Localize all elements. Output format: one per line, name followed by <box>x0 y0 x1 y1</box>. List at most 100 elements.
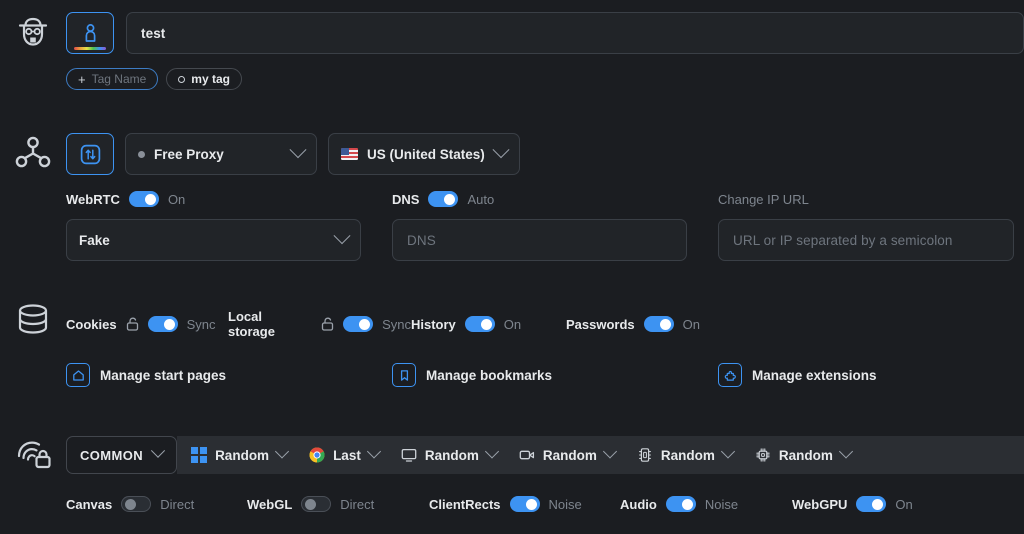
manage-extensions-link[interactable]: Manage extensions <box>718 363 877 387</box>
fingerprint-media-select[interactable]: Random <box>519 447 615 463</box>
chevron-down-icon <box>493 141 510 158</box>
chevron-down-icon <box>485 444 499 458</box>
proxy-transfer-icon-tile[interactable] <box>66 133 114 175</box>
fingerprint-bar-row: COMMON Random <box>66 436 1024 474</box>
add-tag-button[interactable]: + Tag Name <box>66 68 158 90</box>
storage-section-icon-gutter <box>0 300 66 338</box>
canvas-field: Canvas Direct <box>66 496 247 512</box>
passwords-toggle[interactable] <box>644 316 674 332</box>
clientrects-toggle[interactable] <box>510 496 540 512</box>
canvas-state: Direct <box>160 497 194 512</box>
dns-label: DNS <box>392 192 419 207</box>
cookies-label: Cookies <box>66 317 117 332</box>
manage-start-pages-label: Manage start pages <box>100 368 226 383</box>
profile-section: test + Tag Name my tag <box>66 12 1024 90</box>
bookmark-icon <box>392 363 416 387</box>
dns-state: Auto <box>467 192 494 207</box>
unlock-icon[interactable] <box>321 317 334 331</box>
webrtc-mode-select[interactable]: Fake <box>66 219 361 261</box>
database-icon <box>14 300 52 338</box>
profile-name-input[interactable]: test <box>126 12 1024 54</box>
heisenberg-avatar-icon <box>13 12 53 52</box>
browser-profile-icon <box>82 23 99 43</box>
chrome-logo-icon <box>309 447 325 463</box>
tag-chip[interactable]: my tag <box>166 68 242 90</box>
fingerprint-cpu-select[interactable]: Random <box>755 447 851 463</box>
puzzle-piece-icon <box>718 363 742 387</box>
change-ip-label: Change IP URL <box>718 191 1024 207</box>
audio-state: Noise <box>705 497 738 512</box>
unlock-icon[interactable] <box>126 317 139 331</box>
webgpu-field: WebGPU On <box>792 496 913 512</box>
clientrects-state: Noise <box>549 497 582 512</box>
storage-section: Cookies Sync Local storage Sync History <box>66 309 1024 387</box>
chevron-down-icon <box>721 444 735 458</box>
change-ip-group: Change IP URL URL or IP separated by a s… <box>718 191 1024 261</box>
fingerprint-browser-select[interactable]: Last <box>309 447 379 463</box>
chevron-down-icon <box>839 444 853 458</box>
webrtc-mode-value: Fake <box>79 233 110 248</box>
fingerprint-screen-value: Random <box>425 448 479 463</box>
fingerprint-screen-select[interactable]: Random <box>401 447 497 463</box>
chevron-down-icon <box>334 227 351 244</box>
proxy-advanced-row: WebRTC On Fake DNS Auto DNS Change I <box>66 191 1024 261</box>
webgpu-label: WebGPU <box>792 497 847 512</box>
browser-profile-icon-tile[interactable] <box>66 12 114 54</box>
manage-start-pages-link[interactable]: Manage start pages <box>66 363 392 387</box>
passwords-state: On <box>683 317 700 332</box>
webgpu-toggle[interactable] <box>856 496 886 512</box>
cookies-toggle[interactable] <box>148 316 178 332</box>
webgl-field: WebGL Direct <box>247 496 429 512</box>
monitor-icon <box>401 447 417 463</box>
change-ip-input[interactable]: URL or IP separated by a semicolon <box>718 219 1014 261</box>
audio-toggle[interactable] <box>666 496 696 512</box>
fingerprint-preset-value: COMMON <box>80 448 143 463</box>
webrtc-group: WebRTC On Fake <box>66 191 392 261</box>
profile-name-row: test <box>66 12 1024 54</box>
fingerprint-lock-icon <box>13 434 53 474</box>
fingerprint-cpu-value: Random <box>779 448 833 463</box>
webcam-icon <box>519 447 535 463</box>
chevron-down-icon <box>603 444 617 458</box>
dns-input[interactable]: DNS <box>392 219 687 261</box>
network-nodes-icon <box>14 134 52 172</box>
webgl-label: WebGL <box>247 497 292 512</box>
passwords-label: Passwords <box>566 317 635 332</box>
local-storage-field: Local storage Sync <box>228 309 411 339</box>
proxy-status-dot-icon <box>138 151 145 158</box>
history-field: History On <box>411 309 566 339</box>
dns-group: DNS Auto DNS <box>392 191 718 261</box>
audio-field: Audio Noise <box>620 496 792 512</box>
clientrects-field: ClientRects Noise <box>429 496 620 512</box>
local-storage-state: Sync <box>382 317 411 332</box>
webrtc-toggle[interactable] <box>129 191 159 207</box>
plus-icon: + <box>78 73 86 86</box>
proxy-country-select[interactable]: US (United States) <box>328 133 520 175</box>
tag-dot-icon <box>178 76 185 83</box>
passwords-field: Passwords On <box>566 309 700 339</box>
fingerprint-memory-value: Random <box>661 448 715 463</box>
cookies-field: Cookies Sync <box>66 309 228 339</box>
history-toggle[interactable] <box>465 316 495 332</box>
canvas-toggle[interactable] <box>121 496 151 512</box>
proxy-type-select[interactable]: Free Proxy <box>125 133 317 175</box>
fingerprint-memory-select[interactable]: Random <box>637 447 733 463</box>
clientrects-label: ClientRects <box>429 497 501 512</box>
history-state: On <box>504 317 521 332</box>
manage-bookmarks-link[interactable]: Manage bookmarks <box>392 363 718 387</box>
proxy-section-icon-gutter <box>0 134 66 172</box>
proxy-selector-row: Free Proxy US (United States) <box>66 133 1024 175</box>
local-storage-toggle[interactable] <box>343 316 373 332</box>
dns-toggle[interactable] <box>428 191 458 207</box>
webrtc-label: WebRTC <box>66 192 120 207</box>
fingerprint-preset-select[interactable]: COMMON <box>66 436 177 474</box>
fingerprint-os-select[interactable]: Random <box>191 447 287 463</box>
chevron-down-icon <box>367 444 381 458</box>
profile-color-strip <box>74 47 106 50</box>
fingerprint-bottom-toggles: Canvas Direct WebGL Direct ClientRects N… <box>66 496 1024 512</box>
webgl-toggle[interactable] <box>301 496 331 512</box>
storage-links-row: Manage start pages Manage bookmarks Mana… <box>66 363 1024 387</box>
cookies-state: Sync <box>187 317 216 332</box>
fingerprint-section-icon-gutter <box>0 434 66 474</box>
webrtc-toggle-row: WebRTC On <box>66 191 392 207</box>
